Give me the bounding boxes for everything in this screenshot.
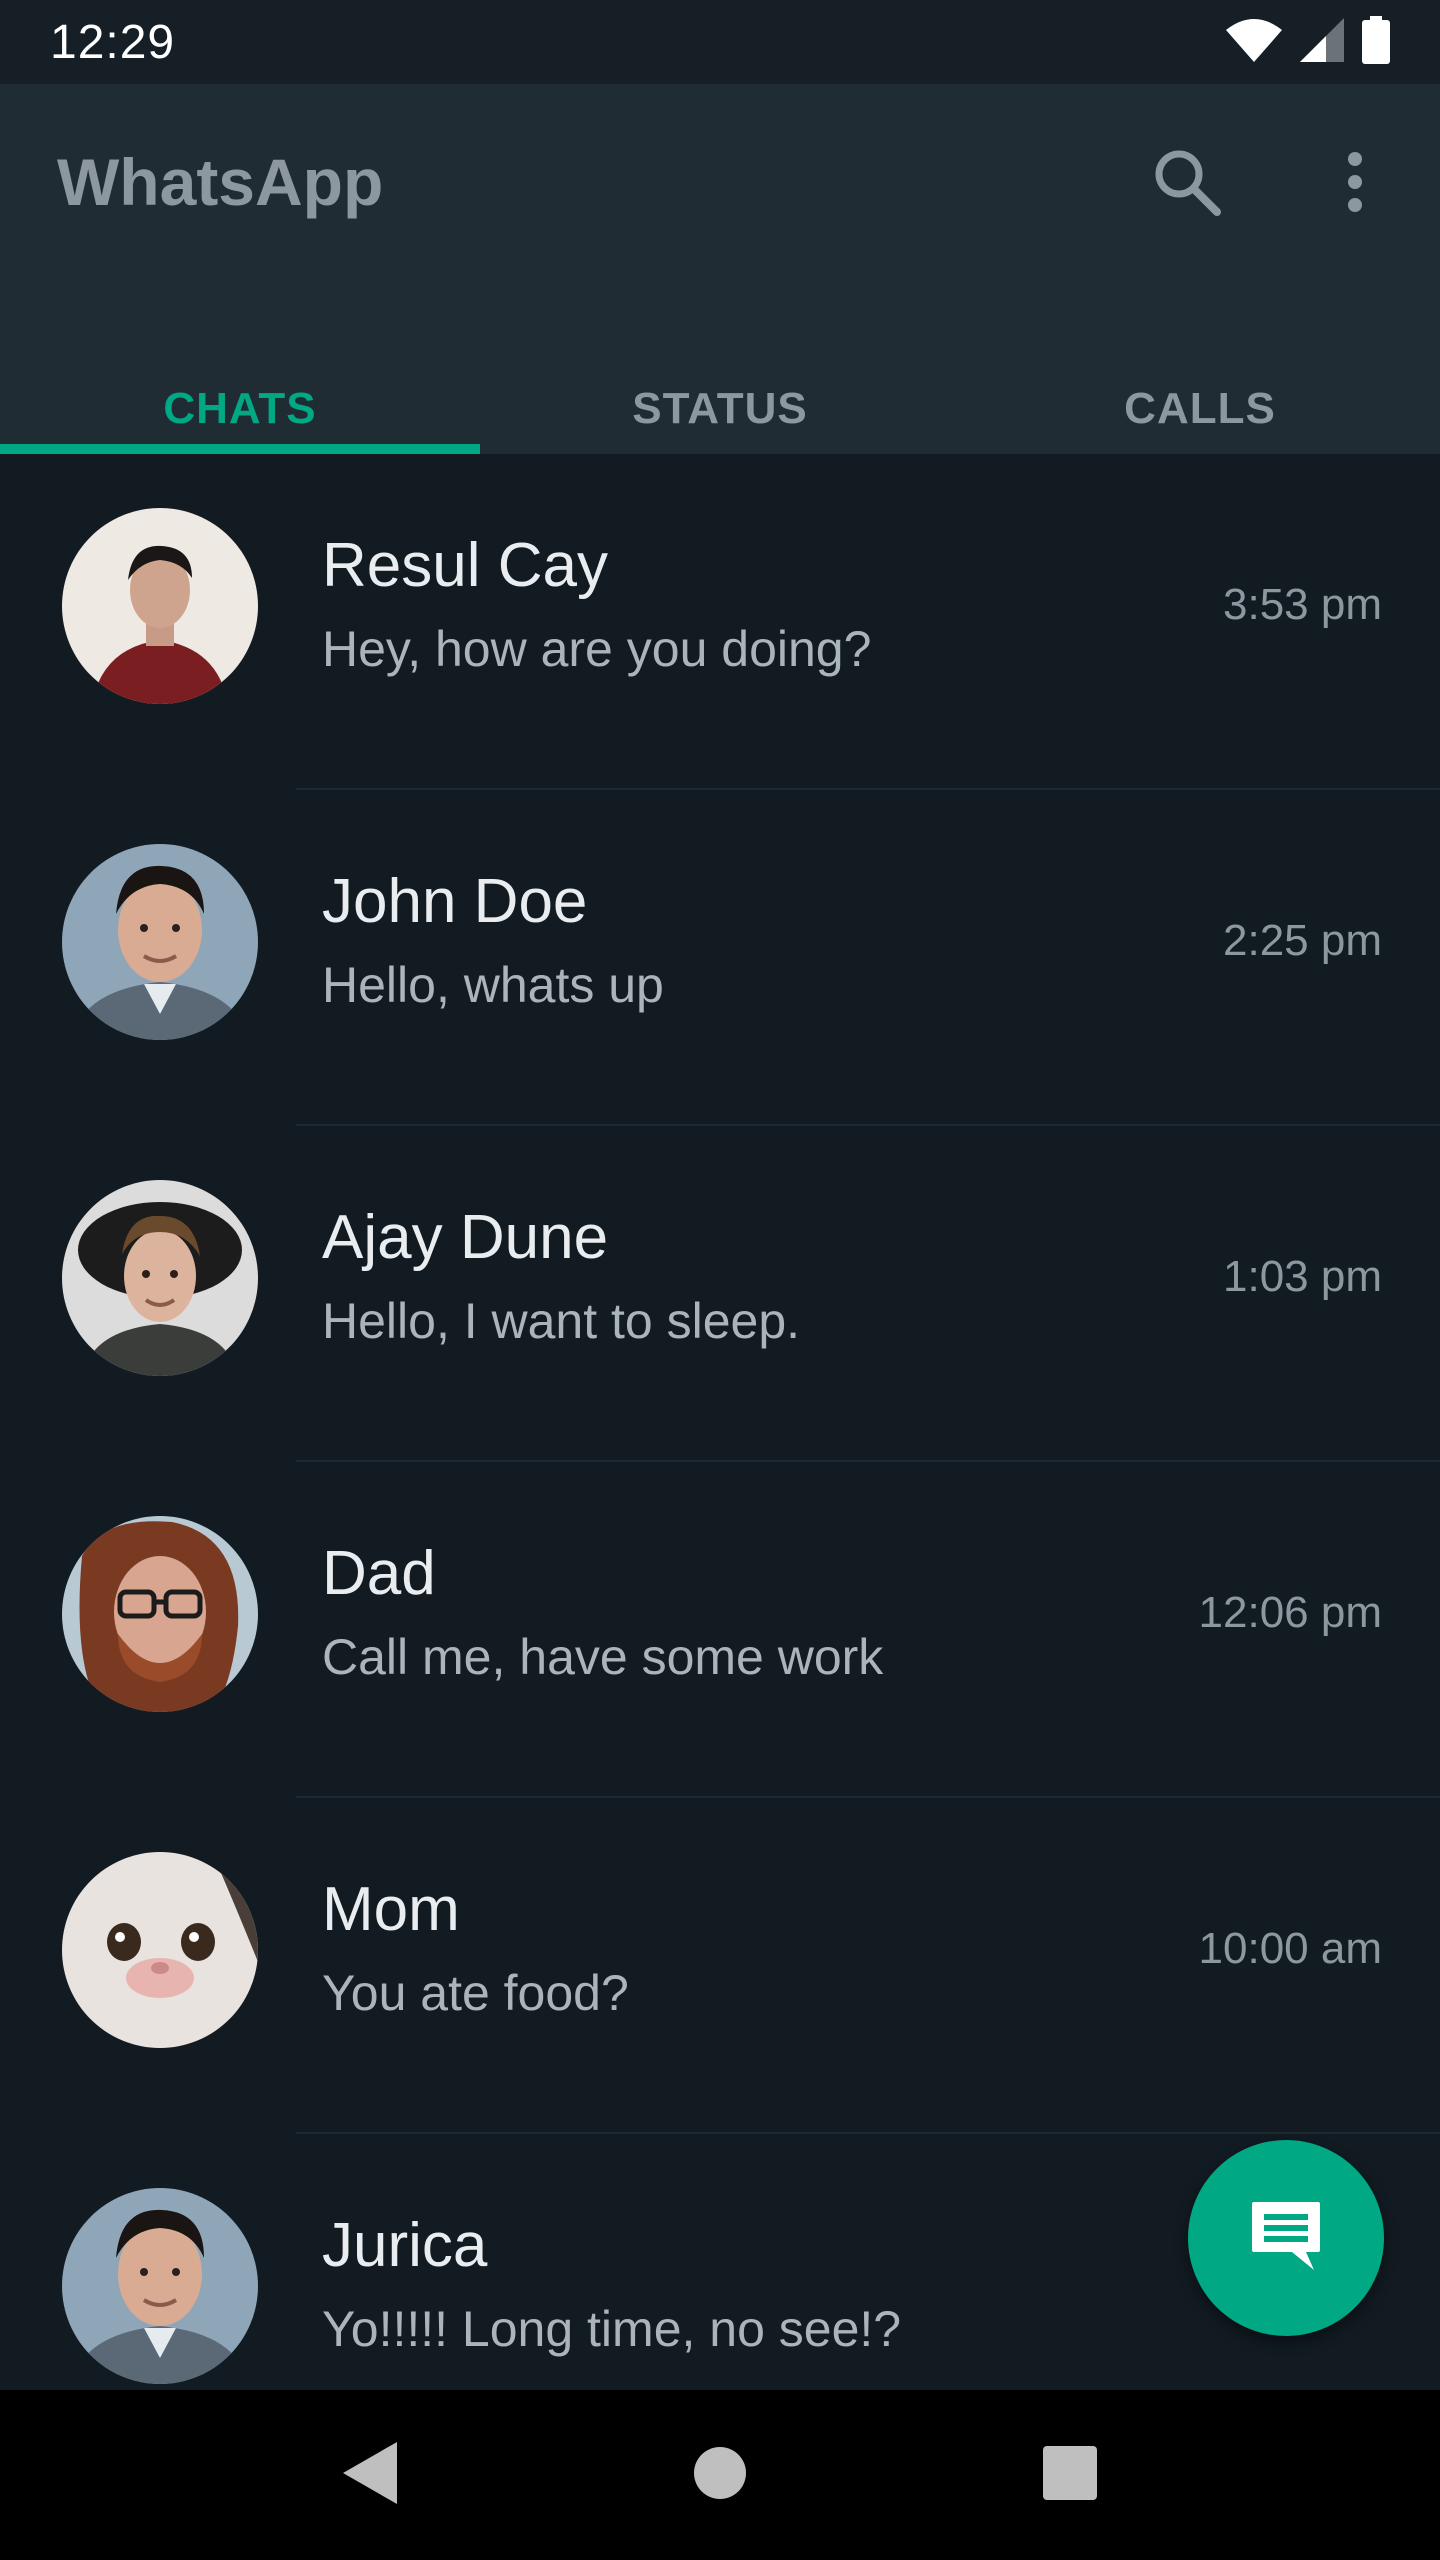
tab-bar: CHATS STATUS CALLS: [0, 354, 1440, 454]
app-title: WhatsApp: [57, 145, 384, 219]
avatar[interactable]: [62, 508, 258, 704]
chat-message-preview: You ate food?: [322, 1965, 629, 2021]
screen: 12:29 WhatsApp CHATS STATUS CALLS Resul …: [0, 0, 1440, 2560]
status-bar: 12:29: [0, 0, 1440, 84]
chat-name: Resul Cay: [322, 531, 608, 600]
avatar[interactable]: [62, 844, 258, 1040]
search-icon: [1153, 148, 1221, 221]
more-vert-icon: [1345, 151, 1365, 217]
chat-row[interactable]: Resul Cay Hey, how are you doing? 3:53 p…: [0, 454, 1440, 790]
tab-calls-label: CALLS: [1124, 384, 1276, 433]
app-bar: WhatsApp CHATS STATUS CALLS: [0, 84, 1440, 454]
chat-name: Dad: [322, 1539, 436, 1608]
search-button[interactable]: [1137, 134, 1237, 234]
chat-time: 1:03 pm: [1223, 1252, 1382, 1301]
chat-row[interactable]: Ajay Dune Hello, I want to sleep. 1:03 p…: [0, 1126, 1440, 1462]
chat-name: Jurica: [322, 2211, 488, 2280]
back-icon: [343, 2441, 397, 2509]
signal-icon: [1300, 17, 1344, 67]
chat-time: 10:00 am: [1198, 1924, 1382, 1973]
recents-icon: [1043, 2445, 1097, 2505]
tab-status-label: STATUS: [632, 384, 808, 433]
chat-name: John Doe: [322, 867, 588, 936]
more-options-button[interactable]: [1305, 134, 1405, 234]
status-time: 12:29: [50, 15, 176, 69]
system-nav-bar: [0, 2390, 1440, 2560]
tab-calls[interactable]: CALLS: [960, 354, 1440, 454]
chat-name: Ajay Dune: [322, 1203, 609, 1272]
tab-indicator: [0, 444, 480, 454]
chat-time: 12:06 pm: [1198, 1588, 1382, 1637]
chat-time: 3:53 pm: [1223, 580, 1382, 629]
chat-row[interactable]: Dad Call me, have some work 12:06 pm: [0, 1462, 1440, 1798]
chat-message-preview: Call me, have some work: [322, 1629, 884, 1685]
back-button[interactable]: [330, 2435, 410, 2515]
status-icons: [1226, 15, 1390, 69]
tab-status[interactable]: STATUS: [480, 354, 960, 454]
new-chat-button[interactable]: [1188, 2140, 1384, 2336]
recents-button[interactable]: [1030, 2435, 1110, 2515]
home-button[interactable]: [680, 2435, 760, 2515]
chat-row[interactable]: Mom You ate food? 10:00 am: [0, 1798, 1440, 2134]
tab-chats[interactable]: CHATS: [0, 354, 480, 454]
chat-message-preview: Hello, I want to sleep.: [322, 1293, 801, 1349]
chat-name: Mom: [322, 1875, 460, 1944]
avatar[interactable]: [62, 2188, 258, 2384]
wifi-icon: [1226, 18, 1282, 67]
home-icon: [694, 2446, 746, 2504]
battery-icon: [1362, 15, 1390, 69]
chat-row[interactable]: John Doe Hello, whats up 2:25 pm: [0, 790, 1440, 1126]
tab-chats-label: CHATS: [163, 384, 317, 433]
chat-message-preview: Yo!!!!! Long time, no see!?: [322, 2301, 902, 2357]
chat-message-preview: Hey, how are you doing?: [322, 621, 872, 677]
avatar[interactable]: [62, 1852, 258, 2048]
chat-list: Resul Cay Hey, how are you doing? 3:53 p…: [0, 454, 1440, 2390]
chat-time: 2:25 pm: [1223, 916, 1382, 965]
chat-message-preview: Hello, whats up: [322, 957, 664, 1013]
message-icon: [1248, 2198, 1324, 2279]
avatar[interactable]: [62, 1180, 258, 1376]
avatar[interactable]: [62, 1516, 258, 1712]
